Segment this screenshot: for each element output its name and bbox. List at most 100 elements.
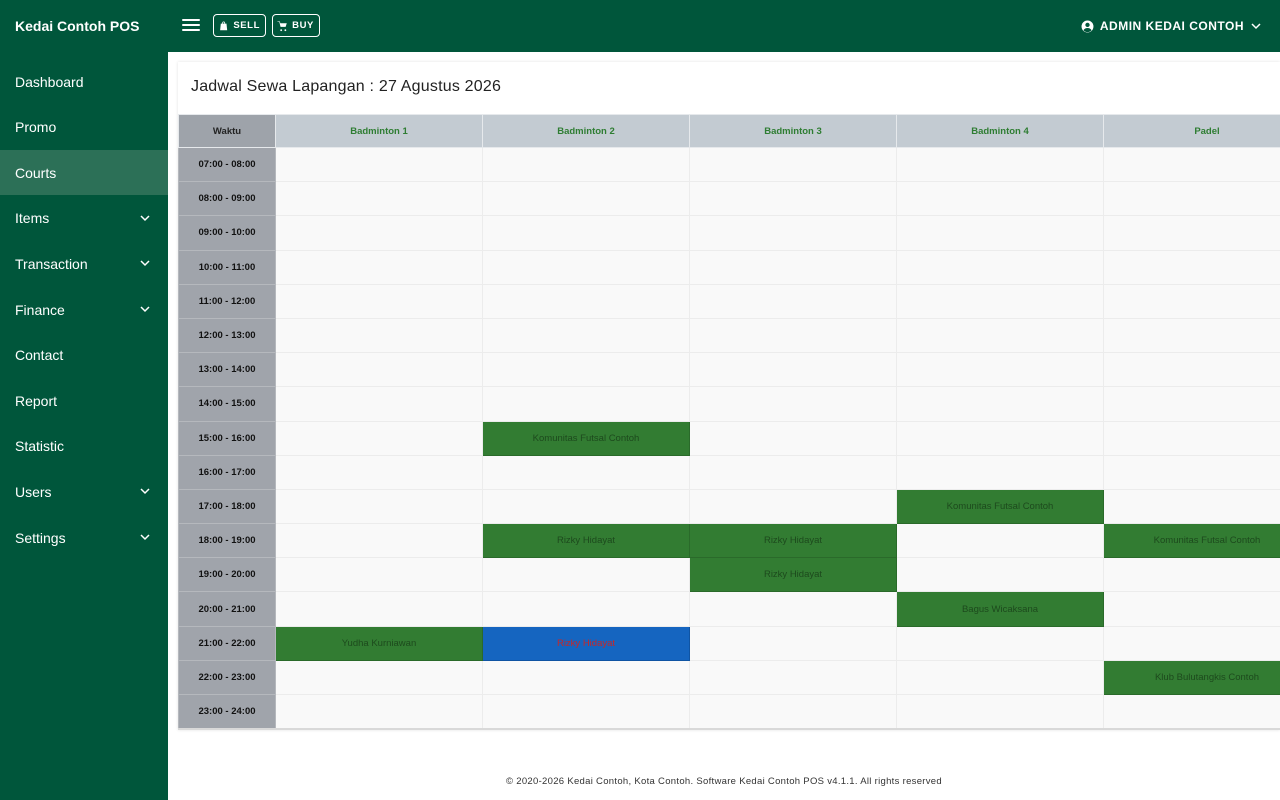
empty-slot-cell[interactable]: [482, 352, 690, 388]
empty-slot-cell[interactable]: [275, 249, 483, 285]
empty-slot-cell[interactable]: [275, 420, 483, 456]
empty-slot-cell[interactable]: [689, 249, 897, 285]
empty-slot-cell[interactable]: [896, 693, 1104, 728]
sidebar-item-statistic[interactable]: Statistic: [0, 424, 168, 469]
empty-slot-cell[interactable]: [689, 454, 897, 490]
empty-slot-cell[interactable]: [896, 454, 1104, 490]
empty-slot-cell[interactable]: [1103, 249, 1280, 285]
booking-cell[interactable]: Rizky Hidayat: [482, 625, 690, 661]
empty-slot-cell[interactable]: [689, 488, 897, 525]
sidebar-item-contact[interactable]: Contact: [0, 333, 168, 378]
empty-slot-cell[interactable]: [896, 146, 1104, 183]
empty-slot-cell[interactable]: [1103, 454, 1280, 490]
empty-slot-cell[interactable]: [896, 557, 1104, 593]
sidebar-item-finance[interactable]: Finance: [0, 287, 168, 332]
booking-cell[interactable]: Rizky Hidayat: [482, 523, 690, 559]
empty-slot-cell[interactable]: [896, 659, 1104, 696]
empty-slot-cell[interactable]: [275, 283, 483, 319]
empty-slot-cell[interactable]: [275, 488, 483, 525]
empty-slot-cell[interactable]: [1103, 215, 1280, 251]
empty-slot-cell[interactable]: [1103, 693, 1280, 728]
sell-button[interactable]: SELL: [213, 14, 266, 37]
empty-slot-cell[interactable]: [896, 420, 1104, 456]
booking-cell[interactable]: Yudha Kurniawan: [275, 625, 483, 661]
empty-slot-cell[interactable]: [482, 386, 690, 422]
empty-slot-cell[interactable]: [482, 693, 690, 728]
empty-slot-cell[interactable]: [896, 181, 1104, 217]
empty-slot-cell[interactable]: [482, 181, 690, 217]
empty-slot-cell[interactable]: [689, 146, 897, 183]
empty-slot-cell[interactable]: [482, 557, 690, 593]
empty-slot-cell[interactable]: [275, 215, 483, 251]
sidebar-item-settings[interactable]: Settings: [0, 515, 168, 560]
empty-slot-cell[interactable]: [482, 283, 690, 319]
empty-slot-cell[interactable]: [482, 454, 690, 490]
booking-cell[interactable]: Komunitas Futsal Contoh: [896, 488, 1104, 525]
booking-cell[interactable]: Komunitas Futsal Contoh: [482, 420, 690, 456]
booking-cell[interactable]: Bagus Wicaksana: [896, 591, 1104, 627]
empty-slot-cell[interactable]: [689, 181, 897, 217]
empty-slot-cell[interactable]: [275, 659, 483, 696]
empty-slot-cell[interactable]: [275, 523, 483, 559]
sidebar-item-items[interactable]: Items: [0, 196, 168, 241]
empty-slot-cell[interactable]: [275, 454, 483, 490]
sidebar-item-report[interactable]: Report: [0, 378, 168, 423]
empty-slot-cell[interactable]: [275, 591, 483, 627]
empty-slot-cell[interactable]: [689, 317, 897, 354]
empty-slot-cell[interactable]: [896, 352, 1104, 388]
empty-slot-cell[interactable]: [482, 249, 690, 285]
empty-slot-cell[interactable]: [275, 352, 483, 388]
empty-slot-cell[interactable]: [689, 215, 897, 251]
empty-slot-cell[interactable]: [896, 625, 1104, 661]
empty-slot-cell[interactable]: [689, 386, 897, 422]
empty-slot-cell[interactable]: [689, 659, 897, 696]
empty-slot-cell[interactable]: [689, 352, 897, 388]
booking-cell[interactable]: Rizky Hidayat: [689, 523, 897, 559]
hamburger-icon[interactable]: [182, 18, 200, 32]
empty-slot-cell[interactable]: [1103, 591, 1280, 627]
empty-slot-cell[interactable]: [482, 659, 690, 696]
sidebar-item-dashboard[interactable]: Dashboard: [0, 59, 168, 104]
empty-slot-cell[interactable]: [482, 215, 690, 251]
booking-cell[interactable]: Komunitas Futsal Contoh: [1103, 523, 1280, 559]
empty-slot-cell[interactable]: [1103, 352, 1280, 388]
empty-slot-cell[interactable]: [689, 693, 897, 728]
empty-slot-cell[interactable]: [896, 317, 1104, 354]
empty-slot-cell[interactable]: [275, 693, 483, 728]
empty-slot-cell[interactable]: [689, 283, 897, 319]
empty-slot-cell[interactable]: [1103, 386, 1280, 422]
sidebar-item-transaction[interactable]: Transaction: [0, 241, 168, 286]
empty-slot-cell[interactable]: [896, 523, 1104, 559]
empty-slot-cell[interactable]: [275, 317, 483, 354]
empty-slot-cell[interactable]: [275, 386, 483, 422]
empty-slot-cell[interactable]: [1103, 625, 1280, 661]
empty-slot-cell[interactable]: [275, 146, 483, 183]
user-menu[interactable]: ADMIN KEDAI CONTOH: [1081, 0, 1262, 52]
empty-slot-cell[interactable]: [482, 591, 690, 627]
empty-slot-cell[interactable]: [1103, 557, 1280, 593]
empty-slot-cell[interactable]: [1103, 146, 1280, 183]
empty-slot-cell[interactable]: [1103, 181, 1280, 217]
empty-slot-cell[interactable]: [1103, 317, 1280, 354]
empty-slot-cell[interactable]: [689, 625, 897, 661]
empty-slot-cell[interactable]: [896, 215, 1104, 251]
empty-slot-cell[interactable]: [689, 591, 897, 627]
booking-cell[interactable]: Klub Bulutangkis Contoh: [1103, 659, 1280, 696]
empty-slot-cell[interactable]: [896, 386, 1104, 422]
empty-slot-cell[interactable]: [896, 283, 1104, 319]
empty-slot-cell[interactable]: [482, 317, 690, 354]
sidebar-item-promo[interactable]: Promo: [0, 105, 168, 150]
empty-slot-cell[interactable]: [482, 146, 690, 183]
empty-slot-cell[interactable]: [275, 557, 483, 593]
empty-slot-cell[interactable]: [482, 488, 690, 525]
empty-slot-cell[interactable]: [896, 249, 1104, 285]
empty-slot-cell[interactable]: [275, 181, 483, 217]
booking-cell[interactable]: Rizky Hidayat: [689, 557, 897, 593]
empty-slot-cell[interactable]: [1103, 420, 1280, 456]
empty-slot-cell[interactable]: [1103, 488, 1280, 525]
sidebar-item-users[interactable]: Users: [0, 469, 168, 514]
sidebar-item-courts[interactable]: Courts: [0, 150, 168, 196]
buy-button[interactable]: BUY: [272, 14, 320, 37]
empty-slot-cell[interactable]: [1103, 283, 1280, 319]
brand-title[interactable]: Kedai Contoh POS: [15, 0, 139, 52]
